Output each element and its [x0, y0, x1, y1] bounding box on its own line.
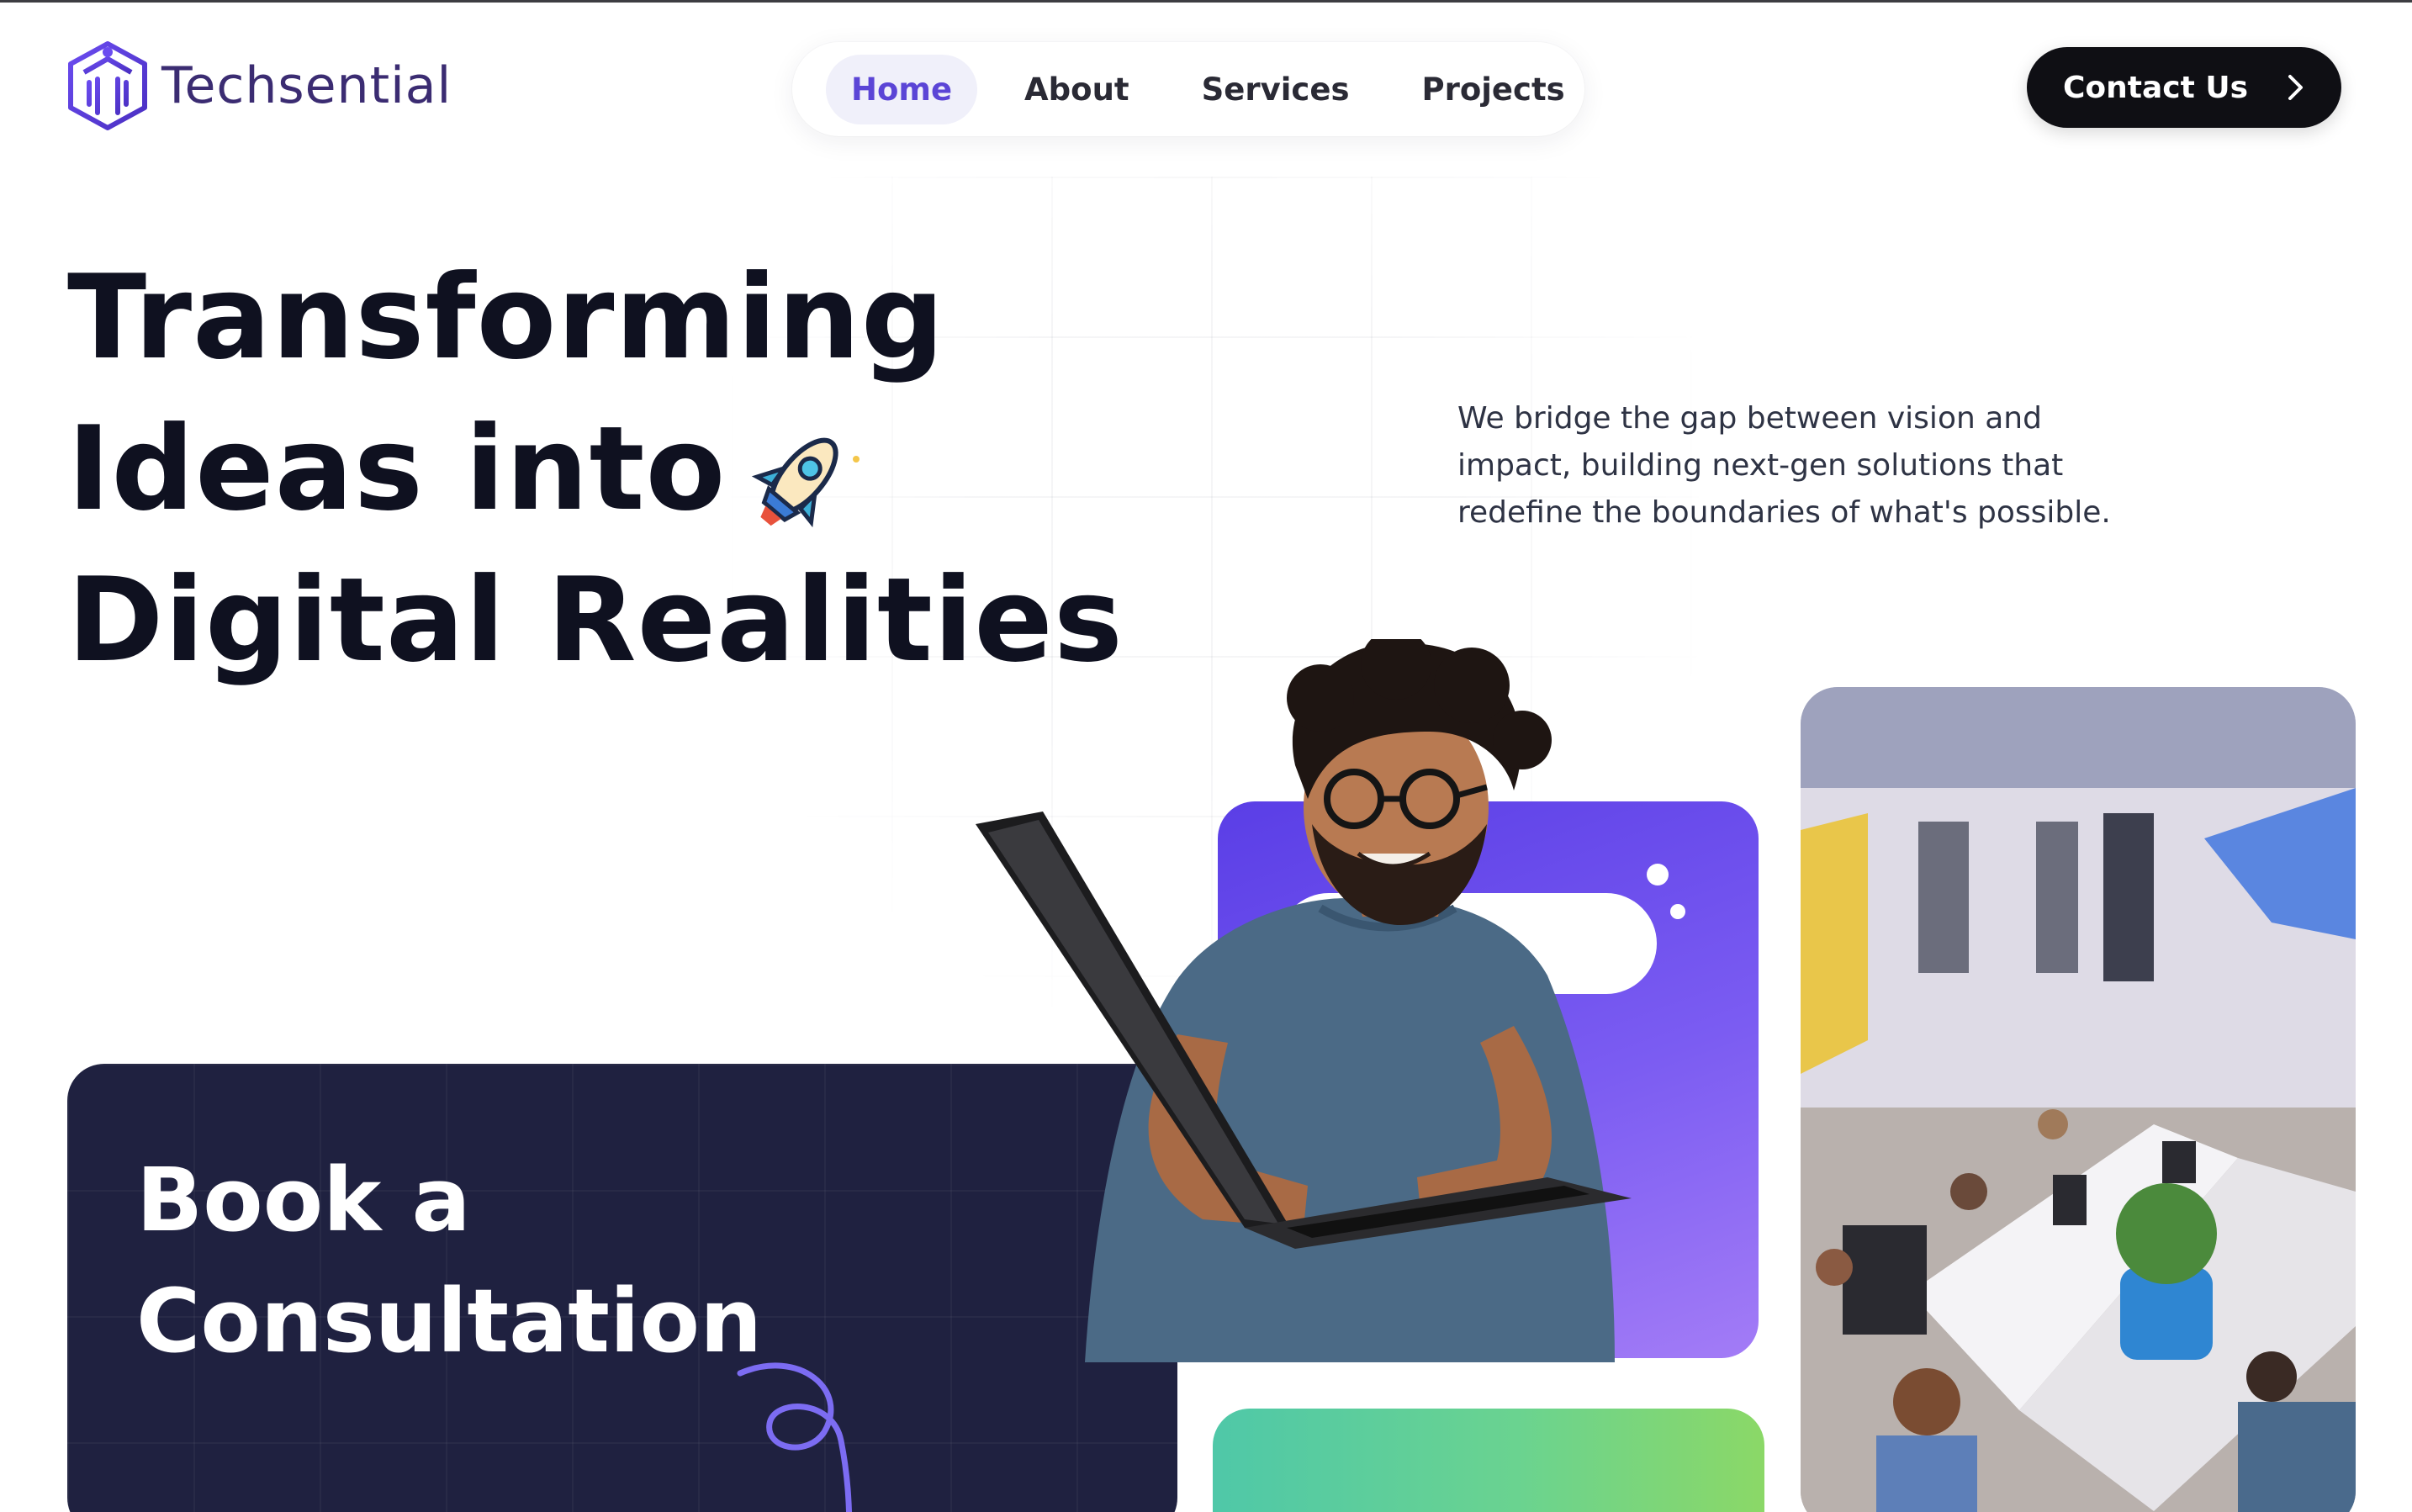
- hero-title-line-1: Transforming: [67, 250, 945, 385]
- nav-item-home[interactable]: Home: [826, 54, 978, 124]
- nav-item-services[interactable]: Services: [1177, 55, 1375, 124]
- rocket-icon: [751, 437, 860, 528]
- window-top-border: [0, 0, 2412, 3]
- contact-us-button[interactable]: Contact Us: [2027, 47, 2341, 128]
- landing-page: Techsential Home About Services Projects…: [0, 0, 2412, 1512]
- hero-description: We bridge the gap between vision and imp…: [1457, 401, 2111, 530]
- office-team-photo: [1801, 687, 2356, 1512]
- nav-item-projects[interactable]: Projects: [1396, 55, 1589, 124]
- nav-item-about[interactable]: About: [999, 55, 1155, 124]
- swirl-arrow-icon: [737, 1362, 853, 1512]
- brand-name: Techsential: [161, 56, 452, 115]
- brand-logo[interactable]: Techsential: [66, 40, 452, 131]
- chevron-right-icon: [2288, 75, 2304, 100]
- consultation-title: Book a Consultation: [136, 1149, 763, 1372]
- person-with-laptop-photo: [976, 639, 1632, 1362]
- main-nav: Home About Services Projects: [792, 42, 1584, 136]
- office-illustration: [1801, 687, 2356, 1512]
- contact-us-label: Contact Us: [2062, 70, 2249, 105]
- hero-title-line-2: Ideas into: [67, 401, 727, 537]
- green-feature-card: [1213, 1409, 1764, 1512]
- logo-mark-icon: [68, 41, 147, 130]
- hero-title: Transforming Ideas into Digital Realitie…: [67, 242, 1124, 696]
